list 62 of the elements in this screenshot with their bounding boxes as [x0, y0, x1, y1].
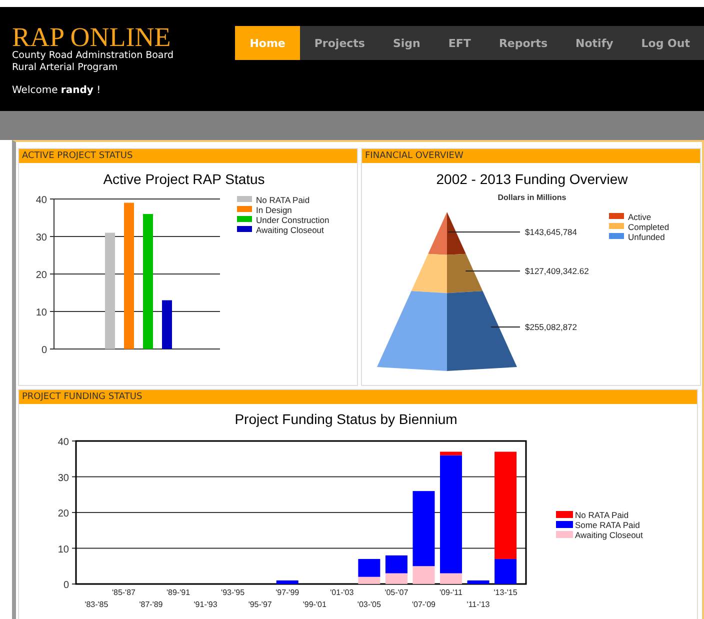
axis-category-label: '09-'11 [440, 588, 462, 597]
legend-swatch [237, 206, 252, 212]
legend-label: Some RATA Paid [575, 520, 640, 530]
axis-category-label: '91-'93 [194, 600, 218, 609]
axis-tick-label: 0 [63, 580, 69, 591]
legend-label: Active [628, 212, 652, 222]
axis-category-label: '97-'99 [276, 588, 300, 597]
axis-category-label: '83-'85 [84, 600, 108, 609]
axis-tick-label: 10 [36, 308, 47, 318]
legend-label: In Design [256, 205, 292, 215]
amount-label: $143,645,784 [525, 227, 577, 237]
axis-category-label: '03-'05 [357, 600, 381, 609]
axis-category-label: '87-'89 [139, 600, 163, 609]
axis-category-label: '07-'09 [412, 600, 436, 609]
legend-swatch [237, 216, 252, 222]
axis-tick-label: 20 [58, 508, 69, 520]
welcome-text: Welcome randy ! [12, 85, 102, 96]
leader-line [465, 270, 520, 272]
axis-tick-label: 10 [58, 544, 69, 556]
bar [162, 300, 172, 349]
legend-label: Awaiting Closeout [575, 530, 643, 540]
chart-title: Project Funding Status by Biennium [234, 411, 458, 427]
bar-segment [276, 580, 298, 584]
chart-title: Active Project RAP Status [103, 171, 265, 187]
axis-tick-label: 40 [36, 195, 47, 206]
axis-category-label: '89-'91 [166, 588, 190, 597]
amount-label: $127,409,342.62 [525, 266, 589, 276]
axis-category-label: '13-'15 [494, 588, 518, 597]
logo: RAP ONLINE [12, 24, 171, 50]
legend-swatch [556, 511, 573, 518]
legend-label: Awaiting Closeout [256, 225, 324, 235]
axis-category-label: '05-'07 [384, 588, 408, 597]
axis-tick-label: 0 [41, 345, 47, 356]
section-header: FINANCIAL OVERVIEW [362, 149, 700, 163]
section-header: ACTIVE PROJECT STATUS [19, 149, 357, 163]
legend-label: Under Construction [256, 215, 330, 225]
legend-label: No RATA Paid [256, 195, 310, 205]
legend-label: Completed [628, 222, 670, 232]
legend-label: No RATA Paid [575, 510, 629, 520]
header-subtitle: County Road Adminstration Board [12, 50, 175, 62]
amount-label: $255,082,872 [525, 322, 577, 332]
section-header: PROJECT FUNDING STATUS [19, 390, 697, 404]
legend-swatch [237, 196, 252, 202]
legend-swatch [237, 226, 252, 232]
axis-category-label: '99-'01 [302, 600, 326, 609]
axis-tick-label: 20 [36, 270, 47, 281]
axis-category-label: '01-'03 [330, 588, 354, 597]
chart-subtitle: Dollars in Millions [498, 193, 566, 202]
axis-category-label: '11-'13 [466, 600, 490, 609]
axis-tick-label: 30 [58, 472, 69, 484]
header-subtitle: Rural Arterial Program [12, 62, 119, 74]
axis-category-label: '85-'87 [112, 588, 136, 597]
chart-title: 2002 - 2013 Funding Overview [436, 171, 628, 187]
axis-category-label: '95-'97 [248, 600, 272, 609]
axis-tick-label: 30 [36, 232, 47, 244]
legend-swatch [556, 521, 573, 528]
bar-segment [467, 580, 490, 584]
legend-label: Unfunded [628, 232, 665, 242]
legend-swatch [556, 531, 573, 538]
axis-tick-label: 40 [58, 437, 69, 448]
leader-line [490, 326, 520, 328]
axis-category-label: '93-'95 [221, 588, 245, 597]
